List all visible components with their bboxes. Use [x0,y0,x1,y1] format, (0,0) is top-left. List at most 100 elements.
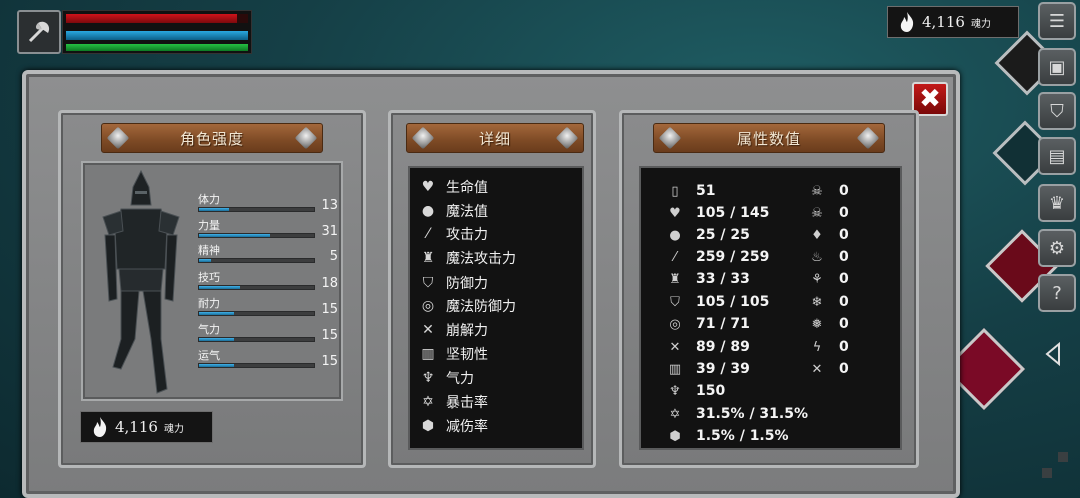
stat-value: 15 [321,328,338,343]
attribute-value: 259 / 259 [696,249,770,265]
detail-panel: 详细 ♥ 生命值 ● 魔法值 ⁄ 攻击力 ♜ 魔法攻击力 ⛉ 防御力 ◎ 魔法防御力 ✕ 崩解… [388,110,596,468]
stamina-bar [66,44,248,51]
stat-bar-fill [199,234,271,237]
helmet-icon: ▥ [668,361,682,377]
detail-item-label: 生命值 [446,180,488,196]
rivet-icon [294,126,318,150]
brain-icon: ● [669,227,681,243]
health-bar-fill [66,14,238,23]
stat-value: 5 [329,249,338,264]
stat-row-luck: 运气 15 [198,347,338,371]
resize-corner-icon [1042,452,1068,478]
stat-row-strength: 力量 31 [198,217,338,241]
detail-item[interactable]: ● 魔法值 [418,200,488,222]
settings-button[interactable]: ⚙ [1038,229,1076,267]
stamina-bar-fill [66,44,248,51]
detail-item[interactable]: ▥ 坚韧性 [418,343,488,365]
stat-bar-fill [199,286,241,289]
armor-button[interactable]: ⛉ [1038,92,1076,130]
attribute-value: 0 [839,361,849,377]
soul-unit: 魂力 [970,18,991,30]
detail-item[interactable]: ⛉ 防御力 [418,272,488,294]
detail-item-label: 魔法攻击力 [446,251,516,267]
dark-icon: ✕ [811,361,823,377]
stat-value: 15 [321,354,338,369]
health-bar [66,14,248,23]
helmet-icon: ▥ [421,346,435,362]
back-nav-icon[interactable] [1041,340,1065,368]
shield-icon: ⛉ [670,294,680,310]
detail-item-label: 崩解力 [446,323,488,339]
attribute-values-panel: 属性数值 ▯ 51 ♥ 105 / 145 ● 25 / 25 ⁄ 259 / 259 … [619,110,919,468]
stat-row-spirit: 精神 5 [198,242,338,266]
crown-button[interactable]: ♛ [1038,184,1076,222]
attribute-value: 0 [839,339,849,355]
soul-counter: 4,116 魂力 [887,6,1019,38]
attribute-value: 0 [839,249,849,265]
rivet-icon [411,126,435,150]
attribute-values-title: 属性数值 [736,129,801,148]
shield-icon: ⛉ [422,275,434,291]
detail-item[interactable]: ♜ 魔法攻击力 [418,247,516,269]
stat-label: 运气 [198,349,220,362]
soul-flame-icon [93,417,107,437]
book-button[interactable]: ▤ [1038,137,1076,175]
level-icon: ▯ [671,183,679,199]
backpack-button[interactable]: ▣ [1038,48,1076,86]
resistance-frost: ❄ 0 [807,291,849,313]
resistance-lightning: ϟ0 [807,336,849,358]
mana-bar [66,31,248,40]
heart-icon: ♥ [421,179,435,195]
stat-bar [198,311,315,316]
stat-bar-fill [199,312,234,315]
frost-icon: ❄ [811,294,823,310]
break-icon: ✕ [422,322,434,338]
detail-item[interactable]: ♆ 气力 [418,367,474,389]
detail-item-label: 攻击力 [446,227,488,243]
attribute-value: 0 [839,183,849,199]
rivet-icon [658,126,682,150]
attribute-value: 71 / 71 [696,316,750,332]
detail-item[interactable]: ⁄ 攻击力 [418,223,488,245]
attribute-value: 105 / 105 [696,294,770,310]
detail-item[interactable]: ✕ 崩解力 [418,319,488,341]
magic-shield-icon: ◎ [669,316,681,332]
detail-item[interactable]: ◎ 魔法防御力 [418,295,516,317]
attribute-values-list: ▯ 51 ♥ 105 / 145 ● 25 / 25 ⁄ 259 / 259 ♜ 33 /… [639,166,902,450]
attribute-value: 0 [839,271,849,287]
detail-item-label: 减伤率 [446,419,488,435]
stat-value: 18 [321,276,338,291]
menu-list-button[interactable]: ☰ [1038,2,1076,40]
detail-item-label: 暴击率 [446,395,488,411]
detail-item-label: 防御力 [446,276,488,292]
sword-icon: ⁄ [426,226,430,242]
detail-header: 详细 [406,123,584,153]
stat-bar-fill [199,364,234,367]
attribute-damage-reduction: ⬢ 1.5% / 1.5% [666,425,788,447]
detail-item[interactable]: ♥ 生命值 [418,176,488,198]
mana-bar-fill [66,31,248,40]
stat-label: 耐力 [198,297,220,310]
book-icon: ▤ [1048,145,1066,167]
rivet-icon [856,126,880,150]
stat-bar [198,337,315,342]
soul-flame-icon [900,12,914,32]
lungs-icon: ♆ [421,370,435,386]
stat-bar [198,207,315,212]
stat-row-skill: 技巧 18 [198,269,338,293]
stat-row-energy: 气力 15 [198,321,338,345]
help-button[interactable]: ? [1038,274,1076,312]
attribute-value: 31.5% / 31.5% [696,406,808,422]
stat-value: 15 [321,302,338,317]
attribute-magic-attack: ♜ 33 / 33 [666,268,750,290]
detail-item[interactable]: ⬢ 减伤率 [418,415,488,437]
knight-model-icon [102,169,180,394]
stat-label: 技巧 [198,271,220,284]
resistance-burn: ⚘ 0 [807,268,849,290]
attribute-magic-defense: ◎ 71 / 71 [666,313,750,335]
attribute-value: 105 / 145 [696,205,770,221]
burn-icon: ⚘ [811,271,823,287]
stat-label: 力量 [198,219,220,232]
detail-item[interactable]: ✡ 暴击率 [418,391,488,413]
character-portrait[interactable] [17,10,61,54]
